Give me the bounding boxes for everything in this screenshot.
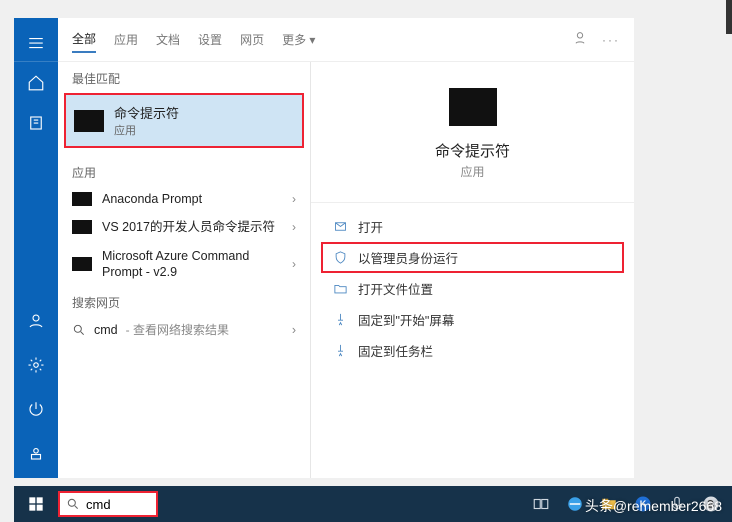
section-apps: 应用 — [58, 156, 310, 185]
app-label: Microsoft Azure Command Prompt - v2.9 — [102, 248, 282, 281]
tab-documents[interactable]: 文档 — [156, 27, 180, 52]
more-options-icon[interactable]: ··· — [602, 33, 620, 47]
terminal-icon — [72, 257, 92, 271]
chevron-right-icon: › — [292, 220, 296, 234]
search-icon — [66, 497, 80, 511]
feedback-icon[interactable] — [572, 30, 588, 49]
web-search-item[interactable]: cmd - 查看网络搜索结果 › — [58, 315, 310, 344]
app-item[interactable]: VS 2017的开发人员命令提示符 › — [58, 213, 310, 241]
open-icon — [333, 219, 348, 234]
search-input[interactable] — [86, 497, 146, 512]
tab-more[interactable]: 更多 ▾ — [282, 27, 315, 52]
action-pin-start[interactable]: 固定到"开始"屏幕 — [311, 304, 634, 335]
section-web: 搜索网页 — [58, 286, 310, 315]
app-item[interactable]: Microsoft Azure Command Prompt - v2.9 › — [58, 242, 310, 287]
home-icon[interactable] — [14, 64, 58, 102]
account-icon[interactable] — [14, 302, 58, 340]
chevron-right-icon: › — [292, 323, 296, 337]
search-icon — [72, 323, 86, 337]
cmd-icon — [74, 110, 104, 132]
settings-icon[interactable] — [14, 346, 58, 384]
tab-settings[interactable]: 设置 — [198, 27, 222, 52]
terminal-icon — [72, 192, 92, 206]
shield-icon — [333, 250, 348, 265]
pin-icon — [333, 312, 348, 327]
section-best-match: 最佳匹配 — [58, 62, 310, 91]
best-match-type: 应用 — [114, 122, 179, 138]
terminal-icon — [72, 220, 92, 234]
app-item[interactable]: Anaconda Prompt › — [58, 185, 310, 213]
action-open[interactable]: 打开 — [311, 211, 634, 242]
results-preview-column: 命令提示符 应用 打开 以管理员身份运行 打开文件位置 固定到"开始"屏幕 — [310, 18, 634, 478]
search-tabs: 全部 应用 文档 设置 网页 更多 ▾ ··· — [58, 18, 634, 62]
pin-icon — [333, 343, 348, 358]
start-button[interactable] — [14, 486, 58, 522]
best-match-item[interactable]: 命令提示符 应用 — [64, 93, 304, 148]
tab-all[interactable]: 全部 — [72, 26, 96, 53]
web-hint: - 查看网络搜索结果 — [126, 321, 229, 338]
task-view-icon[interactable] — [528, 491, 554, 517]
preview-title: 命令提示符 — [435, 140, 510, 161]
profile-icon[interactable] — [14, 434, 58, 472]
action-run-as-admin[interactable]: 以管理员身份运行 — [321, 242, 624, 273]
best-match-title: 命令提示符 — [114, 103, 179, 122]
app-label: VS 2017的开发人员命令提示符 — [102, 219, 282, 235]
search-results-pane: 全部 应用 文档 设置 网页 更多 ▾ ··· 最佳匹配 命令提示符 应用 应用… — [58, 18, 634, 478]
scrollbar-indicator — [726, 0, 732, 34]
tab-web[interactable]: 网页 — [240, 27, 264, 52]
action-open-location[interactable]: 打开文件位置 — [311, 273, 634, 304]
hamburger-button[interactable] — [14, 24, 58, 62]
documents-icon[interactable] — [14, 104, 58, 142]
action-pin-taskbar[interactable]: 固定到任务栏 — [311, 335, 634, 366]
tab-apps[interactable]: 应用 — [114, 27, 138, 52]
chevron-right-icon: › — [292, 192, 296, 206]
preview-actions: 打开 以管理员身份运行 打开文件位置 固定到"开始"屏幕 固定到任务栏 — [311, 202, 634, 366]
results-left-column: 最佳匹配 命令提示符 应用 应用 Anaconda Prompt › VS 20… — [58, 18, 310, 478]
power-icon[interactable] — [14, 390, 58, 428]
start-rail — [14, 18, 58, 478]
taskbar-search-box[interactable] — [58, 491, 158, 517]
preview-cmd-icon — [449, 88, 497, 126]
web-query: cmd — [94, 323, 118, 337]
chevron-right-icon: › — [292, 257, 296, 271]
folder-icon — [333, 281, 348, 296]
app-label: Anaconda Prompt — [102, 191, 282, 207]
preview-type: 应用 — [460, 163, 484, 180]
watermark: 头条@remember2668 — [585, 496, 722, 516]
